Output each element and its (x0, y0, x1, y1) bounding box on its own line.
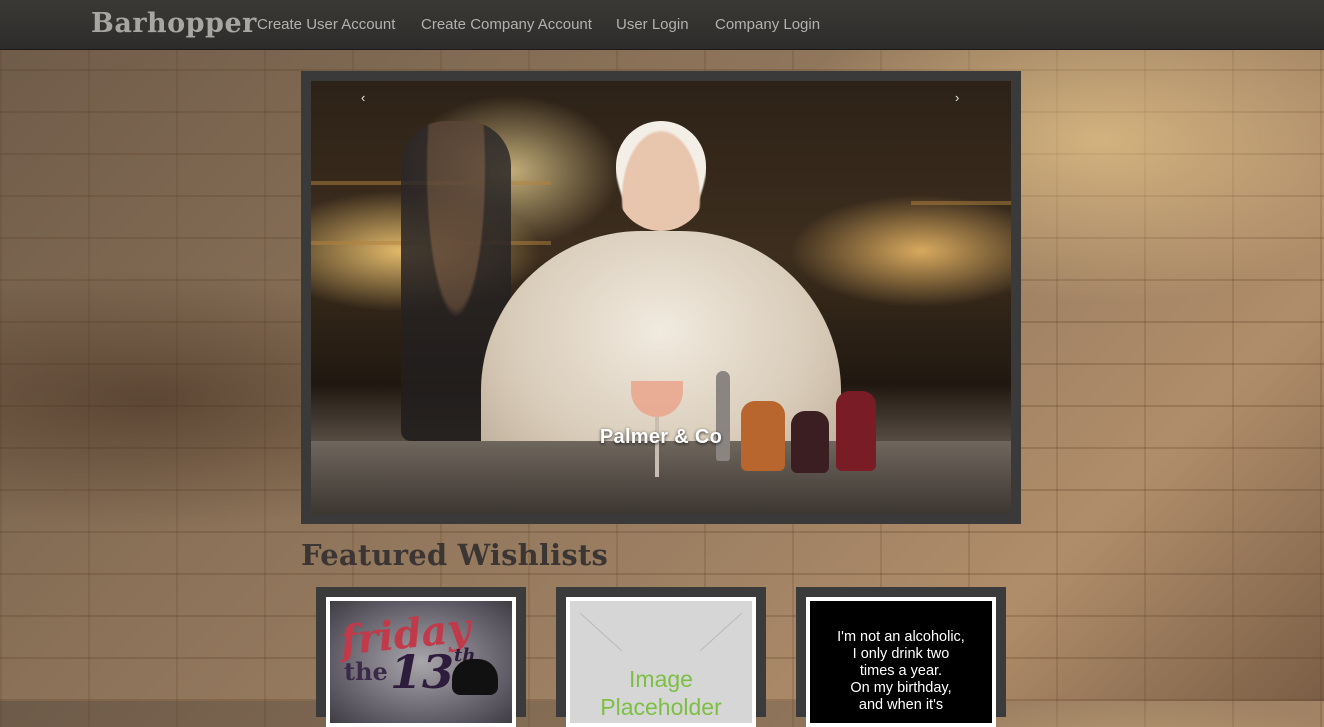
nav-user-login[interactable]: User Login (616, 16, 689, 33)
nav-company-login[interactable]: Company Login (715, 16, 820, 33)
navbar: Barhopper Create User Account Create Com… (0, 0, 1324, 50)
nav-create-company-account[interactable]: Create Company Account (421, 16, 592, 33)
carousel: ‹ › Palmer & Co (301, 71, 1021, 524)
shelf (911, 201, 1011, 205)
wishlist-card-thumbnail: Image Placeholder (566, 597, 756, 727)
wishlist-card-thumbnail: friday the 13th (326, 597, 516, 727)
wishlist-card-thumbnail: I'm not an alcoholic, I only drink two t… (806, 597, 996, 727)
carousel-slide-image: ‹ › Palmer & Co (311, 81, 1011, 514)
featured-wishlists-title: Featured Wishlists (301, 538, 608, 572)
carousel-next-arrow[interactable]: › (955, 90, 959, 105)
friday-the-13th-image: friday the 13th (330, 601, 512, 723)
nav-create-user-account[interactable]: Create User Account (257, 16, 395, 33)
black-cat-icon (452, 659, 498, 695)
thirteen-number: 13 (390, 645, 455, 699)
wishlist-card[interactable]: Image Placeholder (556, 587, 766, 727)
wishlist-card[interactable]: I'm not an alcoholic, I only drink two t… (796, 587, 1006, 727)
bartender-head (616, 121, 706, 231)
image-placeholder: Image Placeholder (570, 601, 752, 723)
brand-logo[interactable]: Barhopper (91, 8, 257, 39)
carousel-prev-arrow[interactable]: ‹ (361, 90, 365, 105)
quote-image: I'm not an alcoholic, I only drink two t… (810, 601, 992, 723)
quote-text: I'm not an alcoholic, I only drink two t… (837, 629, 965, 713)
bar-counter (311, 441, 1011, 514)
the-text: the (344, 657, 388, 686)
wishlist-card[interactable]: friday the 13th (316, 587, 526, 727)
carousel-caption: Palmer & Co (599, 426, 723, 448)
placeholder-text: Image Placeholder (600, 666, 722, 720)
